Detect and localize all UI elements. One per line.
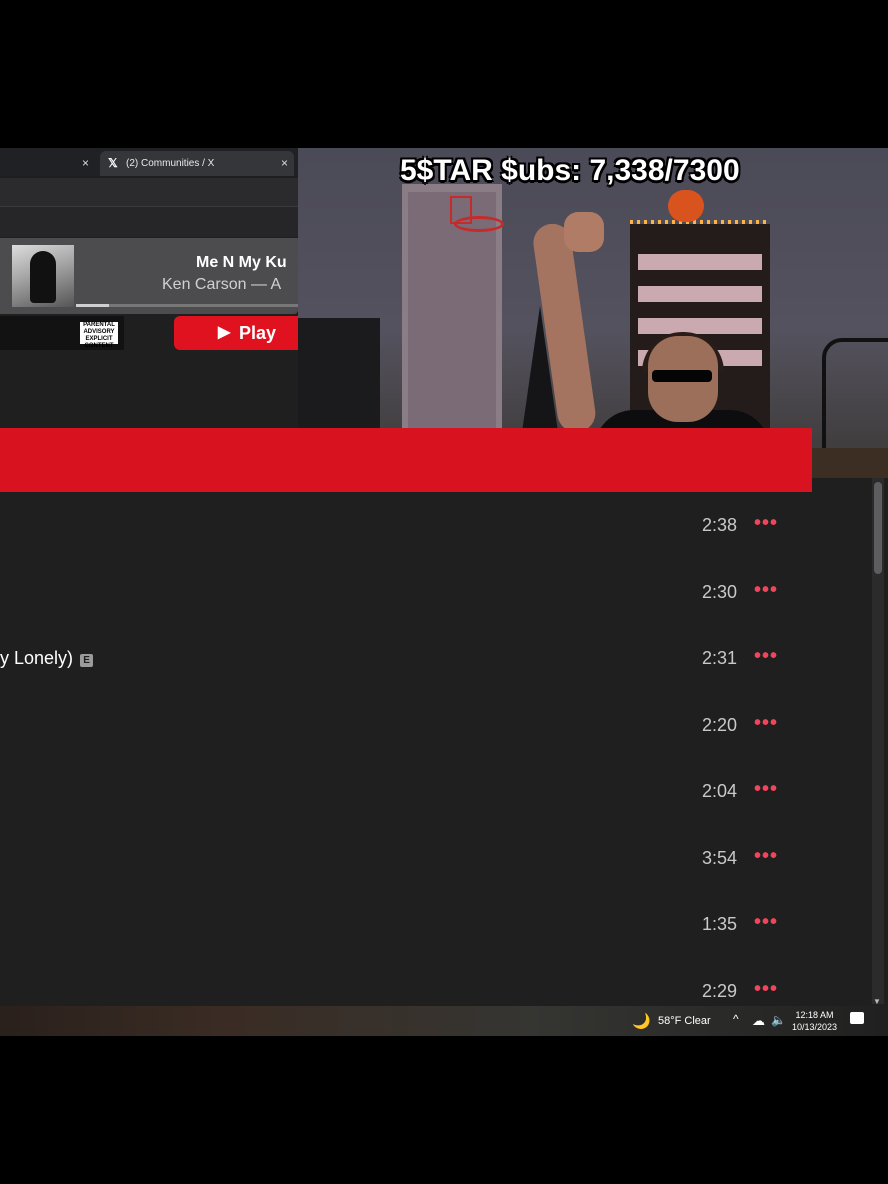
tab-title: (2) Communities / X: [126, 158, 215, 169]
track-duration: 3:54: [701, 847, 737, 868]
cam-hoop: [454, 216, 504, 232]
track-row[interactable]: 2:20 •••: [0, 692, 812, 758]
moon-icon[interactable]: 🌙: [632, 1012, 651, 1030]
play-button-label: Play: [239, 323, 277, 343]
explicit-badge: E: [80, 654, 94, 667]
track-row[interactable]: 2:38 •••: [0, 492, 812, 558]
track-duration: 2:20: [701, 714, 737, 735]
clock-date: 10/13/2023: [792, 1022, 838, 1032]
sub-counter: 5$TAR $ubs: 7,338/7300: [400, 154, 740, 187]
play-button[interactable]: ▶ Play: [174, 316, 298, 350]
scroll-down-arrow-icon[interactable]: ▼: [873, 997, 881, 1006]
cam-string-lights: [630, 220, 770, 224]
playback-progress-track[interactable]: [76, 304, 298, 307]
browser-tab[interactable]: ×: [0, 151, 95, 176]
track-row[interactable]: 3:54 •••: [0, 825, 812, 891]
more-options-icon[interactable]: •••: [754, 492, 778, 558]
more-options-icon[interactable]: •••: [754, 758, 778, 824]
cam-pumpkin: [668, 190, 704, 222]
more-options-icon[interactable]: •••: [754, 559, 778, 625]
parental-advisory-label: PARENTAL ADVISORY EXPLICIT CONTENT: [80, 322, 118, 349]
more-options-icon[interactable]: •••: [754, 891, 778, 957]
now-playing-artist[interactable]: Ken Carson — A: [162, 276, 281, 294]
red-banner: [0, 428, 812, 492]
track-list: 2:38 ••• 2:30 ••• y Lonely) E 2:31 ••• 2:20 ••• 2:…: [0, 492, 812, 1012]
browser-tabbar: × 𝕏 (2) Communities / X ×: [0, 148, 298, 176]
track-title-text: y Lonely): [0, 648, 74, 668]
clock-time: 12:18 AM: [795, 1010, 834, 1020]
album-header-strip: PARENTAL ADVISORY EXPLICIT CONTENT: [0, 316, 124, 350]
album-art[interactable]: [12, 245, 74, 307]
track-row[interactable]: 2:30 •••: [0, 559, 812, 625]
track-row[interactable]: y Lonely) E 2:31 •••: [0, 625, 812, 691]
album-art-figure: [30, 251, 56, 303]
track-duration: 2:04: [701, 781, 737, 801]
clock[interactable]: 12:18 AM 10/13/2023: [792, 1009, 837, 1033]
cloud-icon[interactable]: ☁: [752, 1013, 765, 1029]
now-playing-card: Me N My Ku Ken Carson — A: [0, 238, 298, 314]
close-icon[interactable]: ×: [281, 151, 288, 176]
now-playing-title[interactable]: Me N My Ku: [196, 254, 287, 272]
track-duration: 1:35: [701, 914, 737, 934]
volume-icon[interactable]: 🔈: [771, 1013, 786, 1027]
notifications-icon[interactable]: [850, 1012, 864, 1024]
close-icon[interactable]: ×: [82, 151, 89, 176]
track-duration: 2:31: [701, 648, 737, 668]
x-logo-icon: 𝕏: [108, 156, 118, 170]
taskbar: 🌙 58°F Clear ^ ☁ 🔈 12:18 AM 10/13/2023: [0, 1006, 888, 1036]
playback-progress-fill: [76, 304, 110, 307]
scrollbar-thumb[interactable]: [874, 482, 882, 574]
address-bar[interactable]: [0, 178, 298, 207]
more-options-icon[interactable]: •••: [754, 625, 778, 691]
track-row[interactable]: 1:35 •••: [0, 891, 812, 957]
more-options-icon[interactable]: •••: [754, 825, 778, 891]
screen: 5$TAR $ubs: 7,338/7300 × 𝕏 (2) Communiti…: [0, 148, 888, 1036]
tray-chevron-up-icon[interactable]: ^: [733, 1012, 739, 1026]
page-toolbar: [0, 207, 298, 237]
play-icon: ▶: [218, 324, 231, 341]
more-options-icon[interactable]: •••: [754, 692, 778, 758]
weather-text[interactable]: 58°F Clear: [658, 1015, 711, 1027]
browser-tab-communities[interactable]: 𝕏 (2) Communities / X ×: [100, 151, 294, 176]
track-duration: 2:38: [701, 515, 737, 535]
track-duration: 2:30: [701, 581, 737, 602]
cam-fist: [564, 212, 604, 252]
cam-sunglasses: [652, 370, 712, 382]
scrollbar[interactable]: ▼: [872, 478, 884, 1006]
track-row[interactable]: 2:04 •••: [0, 758, 812, 824]
track-title[interactable]: y Lonely) E: [0, 625, 94, 691]
